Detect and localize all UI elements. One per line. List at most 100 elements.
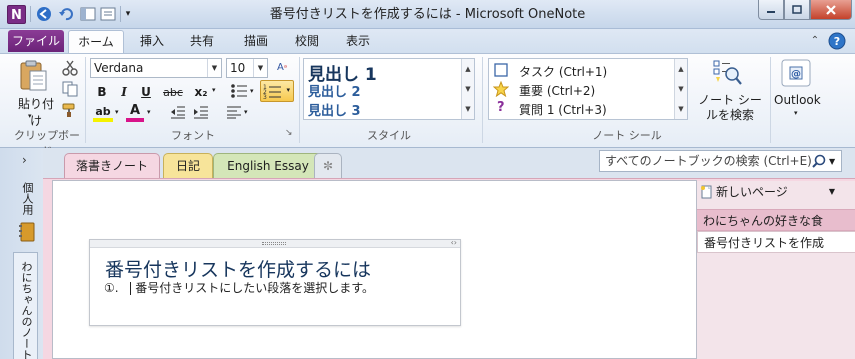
search-button[interactable]: ▼ bbox=[812, 151, 842, 171]
bold-button[interactable]: B bbox=[93, 82, 111, 102]
new-page-label: 新しいページ bbox=[716, 185, 788, 199]
styles-gallery[interactable]: 見出し 1 見出し 2 見出し 3 ▲ ▼ ▼ bbox=[303, 58, 475, 120]
group-separator bbox=[482, 57, 483, 143]
onenote-app-icon[interactable]: N bbox=[7, 5, 26, 24]
full-page-view-icon[interactable] bbox=[98, 5, 118, 23]
font-size-value: 10 bbox=[230, 61, 246, 75]
find-tags-icon[interactable] bbox=[712, 59, 742, 92]
page-list-item-selected[interactable]: 番号付きリストを作成 bbox=[697, 231, 855, 253]
note-container[interactable]: ‹› 番号付きリストを作成するには ①. 番号付きリストにしたい段落を選択します… bbox=[89, 238, 461, 326]
expand-navigation-icon[interactable]: › bbox=[22, 153, 27, 167]
close-button[interactable] bbox=[810, 0, 852, 20]
new-section-icon: ✼ bbox=[322, 159, 334, 173]
font-name-dropdown[interactable]: Verdana ▼ bbox=[90, 58, 222, 78]
font-color-button[interactable]: A bbox=[126, 103, 144, 122]
gallery-scroll-down-icon[interactable]: ▼ bbox=[674, 79, 687, 99]
copy-icon[interactable] bbox=[62, 81, 78, 100]
chevron-down-icon[interactable]: ▾ bbox=[794, 109, 798, 117]
format-painter-icon[interactable] bbox=[62, 102, 78, 121]
star-icon bbox=[493, 81, 509, 97]
back-icon[interactable] bbox=[34, 5, 54, 23]
gallery-scroll-down-icon[interactable]: ▼ bbox=[461, 79, 474, 99]
tab-file[interactable]: ファイル bbox=[8, 30, 64, 52]
tags-gallery[interactable]: タスク (Ctrl+1) 重要 (Ctrl+2) ? 質問 1 (Ctrl+3)… bbox=[488, 58, 688, 120]
cut-icon[interactable] bbox=[62, 60, 78, 79]
chevron-down-icon[interactable]: ▼ bbox=[829, 181, 835, 203]
chevron-down-icon: ▼ bbox=[829, 156, 836, 166]
increase-indent-icon[interactable] bbox=[193, 105, 209, 122]
resize-handle-icon[interactable]: ‹› bbox=[451, 238, 457, 247]
new-page-button[interactable]: 新しいページ ▼ bbox=[697, 181, 855, 203]
question-mark-icon: ? bbox=[497, 100, 505, 115]
chevron-down-icon[interactable]: ▾ bbox=[244, 108, 248, 116]
tag-important-label: 重要 (Ctrl+2) bbox=[519, 84, 596, 98]
svg-text:?: ? bbox=[834, 35, 840, 48]
paste-dropdown-icon[interactable]: ▾ bbox=[28, 112, 32, 120]
clear-formatting-icon[interactable]: Aᵃ bbox=[272, 58, 292, 78]
style-heading-2[interactable]: 見出し 2 bbox=[308, 81, 361, 100]
note-drag-handle[interactable]: ‹› bbox=[90, 238, 460, 248]
tab-view[interactable]: 表示 bbox=[338, 29, 378, 53]
font-size-dropdown[interactable]: 10 ▼ bbox=[226, 58, 268, 78]
maximize-button[interactable] bbox=[784, 0, 810, 20]
style-heading-3[interactable]: 見出し 3 bbox=[308, 100, 361, 119]
ribbon-minimize-icon[interactable]: ⌃ bbox=[808, 34, 822, 48]
chevron-down-icon[interactable]: ▾ bbox=[212, 86, 216, 94]
notebook-personal[interactable]: 個人用 bbox=[18, 182, 36, 218]
outlook-icon[interactable]: @ bbox=[781, 59, 811, 90]
new-section-tab[interactable]: ✼ bbox=[314, 153, 342, 178]
gallery-more-icon[interactable]: ▼ bbox=[461, 99, 474, 119]
tab-insert[interactable]: 挿入 bbox=[132, 29, 172, 53]
chevron-down-icon[interactable]: ▾ bbox=[250, 87, 254, 95]
qat-customize-icon[interactable]: ▾ bbox=[122, 5, 134, 23]
checkbox-icon bbox=[494, 63, 508, 77]
outlook-button[interactable]: Outlook bbox=[774, 93, 821, 107]
page-title[interactable]: 番号付きリストを作成するには bbox=[105, 255, 371, 282]
notebook-icon[interactable] bbox=[19, 222, 35, 245]
text-cursor bbox=[130, 282, 132, 295]
strikethrough-button[interactable]: abc bbox=[160, 82, 186, 102]
search-input[interactable]: すべてのノートブックの検索 (Ctrl+E) bbox=[599, 150, 842, 172]
tag-important[interactable]: 重要 (Ctrl+2) bbox=[491, 80, 673, 99]
paste-icon[interactable] bbox=[18, 60, 48, 95]
chevron-down-icon[interactable]: ▾ bbox=[115, 108, 119, 116]
section-tab-scribble[interactable]: 落書きノート bbox=[64, 153, 160, 180]
tab-review[interactable]: 校閲 bbox=[287, 29, 327, 53]
clipboard-group-label: クリップボード bbox=[14, 129, 80, 158]
find-tags-button[interactable]: ノート シールを検索 bbox=[694, 93, 766, 123]
list-item-text: 番号付きリストにしたい段落を選択します。 bbox=[135, 281, 375, 295]
group-separator bbox=[85, 57, 86, 143]
numbered-list-button[interactable]: 123 ▾ bbox=[260, 80, 294, 102]
tags-group-label: ノート シール bbox=[592, 129, 662, 142]
tab-share[interactable]: 共有 bbox=[182, 29, 222, 53]
notebook-wani-label: わにちゃんのノート bbox=[20, 261, 33, 359]
bullet-list-icon[interactable] bbox=[230, 83, 248, 102]
gallery-scroll-up-icon[interactable]: ▲ bbox=[674, 59, 687, 79]
paragraph-align-icon[interactable] bbox=[226, 105, 242, 122]
tag-todo[interactable]: タスク (Ctrl+1) bbox=[491, 61, 673, 80]
highlight-button[interactable]: ab bbox=[93, 104, 113, 122]
notebook-tab-wani[interactable]: わにちゃんのノート bbox=[13, 252, 38, 359]
undo-icon[interactable] bbox=[56, 5, 76, 23]
help-icon[interactable]: ? bbox=[828, 32, 846, 53]
dock-to-desktop-icon[interactable] bbox=[78, 5, 98, 23]
gallery-more-icon[interactable]: ▼ bbox=[674, 99, 687, 119]
numbered-list-item[interactable]: ①. 番号付きリストにしたい段落を選択します。 bbox=[104, 279, 374, 296]
gallery-scroll-up-icon[interactable]: ▲ bbox=[461, 59, 474, 79]
section-tab-english-essay[interactable]: English Essay bbox=[213, 153, 323, 178]
paste-button[interactable]: 貼り付け bbox=[14, 95, 58, 129]
decrease-indent-icon[interactable] bbox=[170, 105, 186, 122]
italic-button[interactable]: I bbox=[115, 82, 133, 102]
chevron-down-icon: ▼ bbox=[207, 59, 221, 77]
tab-draw[interactable]: 描画 bbox=[236, 29, 276, 53]
chevron-down-icon[interactable]: ▾ bbox=[147, 108, 151, 116]
tag-question[interactable]: ? 質問 1 (Ctrl+3) bbox=[491, 99, 673, 118]
minimize-button[interactable] bbox=[758, 0, 784, 20]
section-tab-diary[interactable]: 日記 bbox=[163, 153, 213, 178]
group-separator bbox=[770, 57, 771, 143]
subscript-button[interactable]: x₂ bbox=[190, 82, 212, 102]
tag-question-label: 質問 1 (Ctrl+3) bbox=[519, 103, 607, 117]
underline-button[interactable]: U bbox=[137, 82, 155, 102]
page-list-item[interactable]: わにちゃんの好きな食 bbox=[697, 209, 855, 231]
tab-home[interactable]: ホーム bbox=[68, 30, 124, 54]
